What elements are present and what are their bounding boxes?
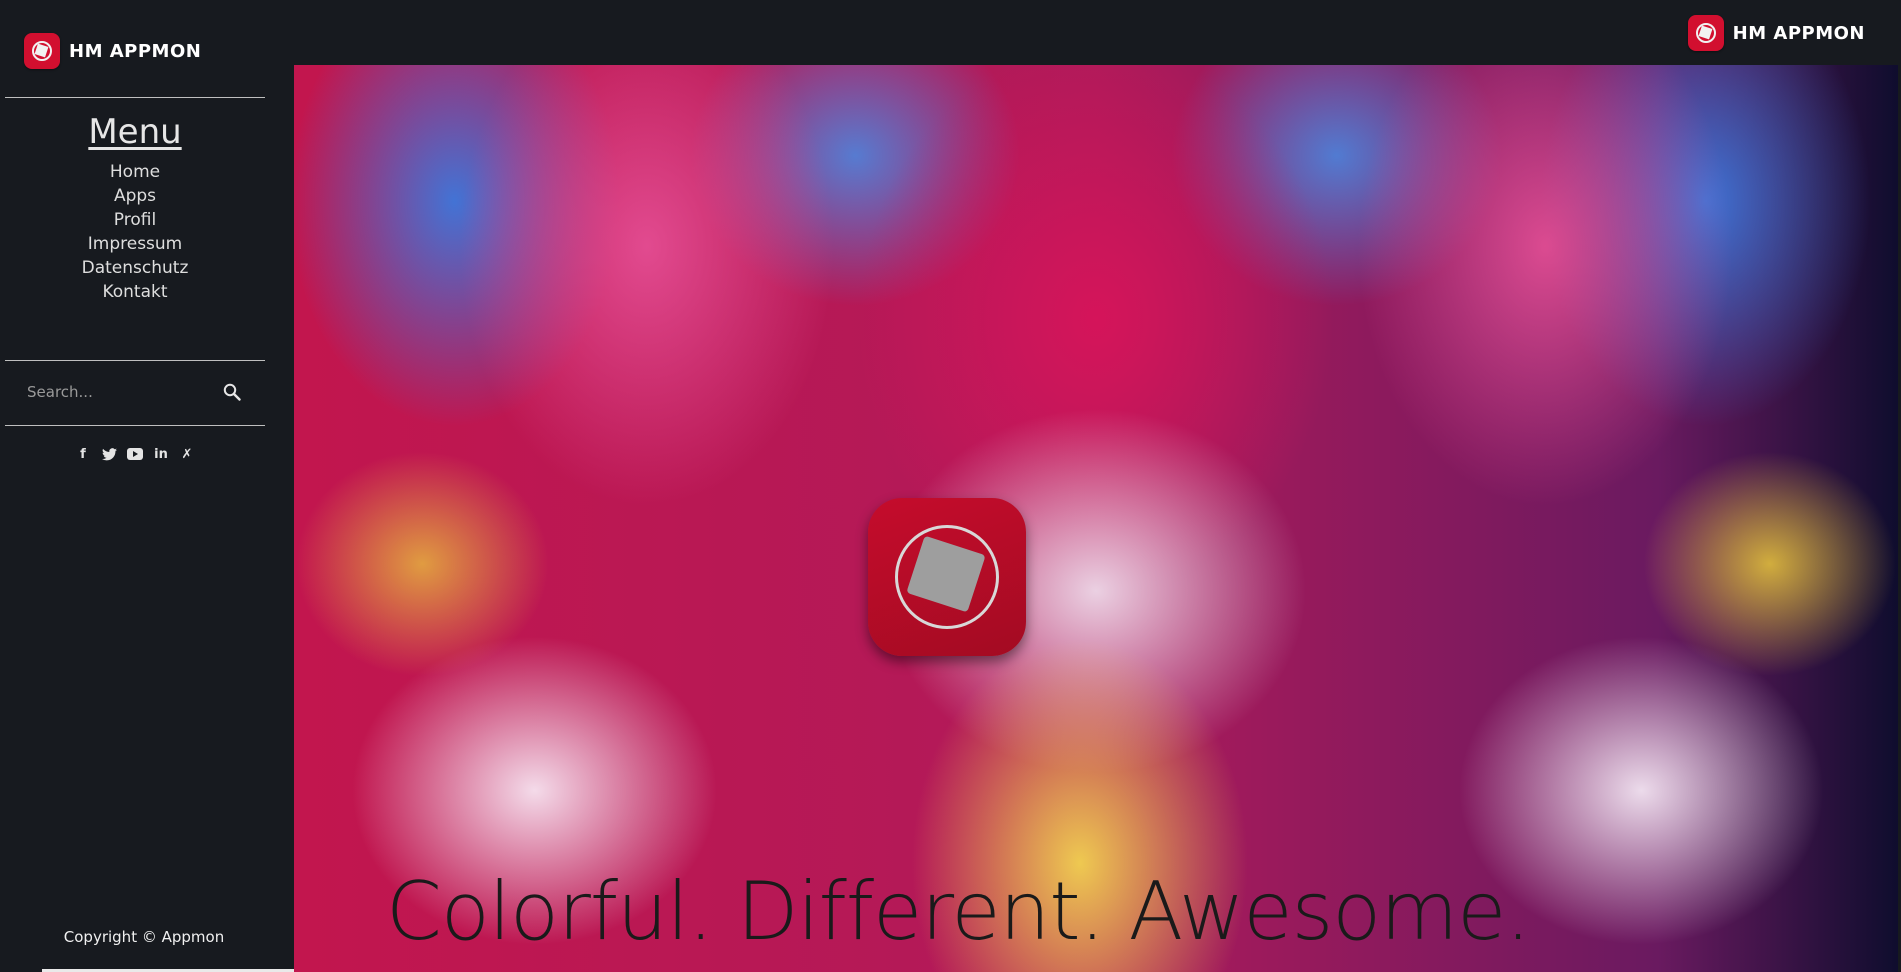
brand-name: HM APPMON bbox=[1732, 22, 1865, 44]
search-button[interactable] bbox=[223, 378, 241, 406]
menu-title: Menu bbox=[88, 112, 182, 152]
menu-item-profil[interactable]: Profil bbox=[5, 208, 265, 232]
menu-item-home[interactable]: Home bbox=[5, 160, 265, 184]
divider bbox=[5, 97, 265, 98]
divider bbox=[5, 425, 265, 426]
menu-item-apps[interactable]: Apps bbox=[5, 184, 265, 208]
twitter-icon[interactable] bbox=[101, 446, 117, 462]
menu-item-impressum[interactable]: Impressum bbox=[5, 232, 265, 256]
appmon-app-icon bbox=[868, 498, 1026, 656]
youtube-icon[interactable] bbox=[127, 446, 143, 462]
top-bar: HM APPMON bbox=[294, 0, 1901, 65]
brand-logo-link-top[interactable]: HM APPMON bbox=[1687, 15, 1865, 51]
appmon-logo-icon bbox=[24, 33, 60, 69]
xing-icon[interactable]: ✗ bbox=[179, 446, 195, 462]
social-links: f in ✗ bbox=[5, 446, 265, 462]
search-form bbox=[5, 362, 265, 422]
hero-tagline: Colorful. Different. Awesome. bbox=[386, 865, 1531, 958]
facebook-icon[interactable]: f bbox=[75, 446, 91, 462]
brand-logo-link[interactable]: HM APPMON bbox=[24, 33, 201, 69]
copyright-text: Copyright © Appmon bbox=[63, 928, 225, 946]
brand-name: HM APPMON bbox=[69, 40, 202, 62]
divider bbox=[5, 360, 265, 361]
search-input[interactable] bbox=[25, 373, 223, 411]
menu-item-datenschutz[interactable]: Datenschutz bbox=[5, 256, 265, 280]
appmon-logo-icon bbox=[1687, 15, 1724, 51]
search-icon bbox=[223, 383, 241, 401]
linkedin-icon[interactable]: in bbox=[153, 446, 169, 462]
sidebar: HM APPMON Menu Home Apps Profil Impressu… bbox=[0, 0, 294, 972]
hero-banner: Colorful. Different. Awesome. bbox=[294, 65, 1898, 972]
menu-list: Home Apps Profil Impressum Datenschutz K… bbox=[5, 160, 265, 304]
menu-item-kontakt[interactable]: Kontakt bbox=[5, 280, 265, 304]
